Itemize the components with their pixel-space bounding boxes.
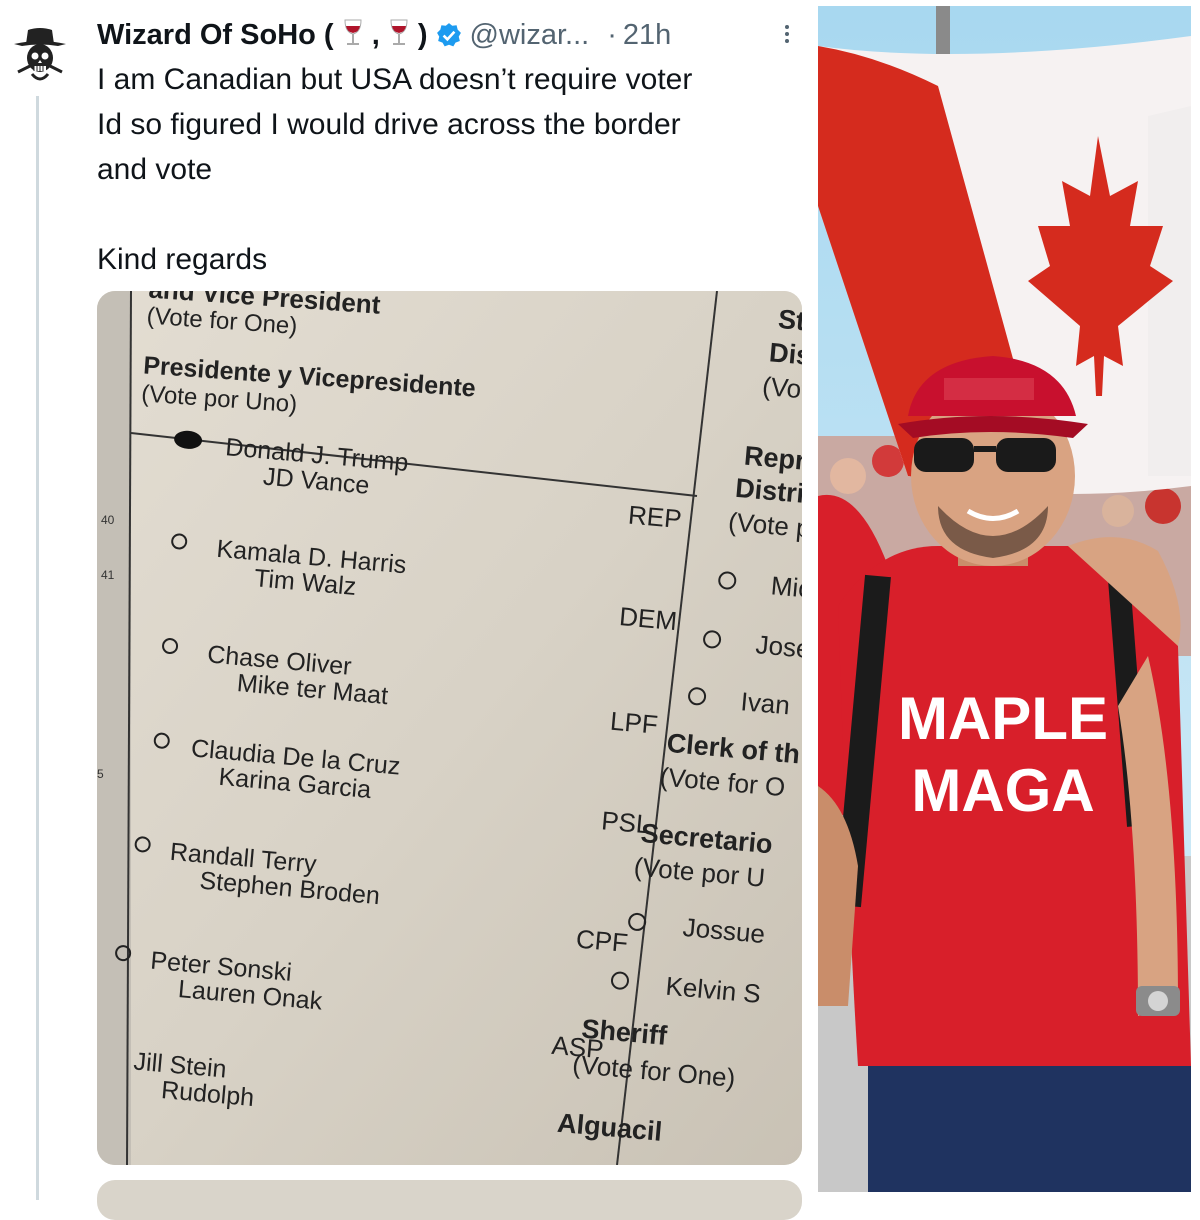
right-col-text: Ivan [740,686,792,720]
display-name[interactable]: Wizard Of SoHo ( , ) [97,18,428,52]
shirt-text-line2: MAGA [911,757,1094,824]
thread-connector-line [36,96,39,1200]
dot-separator: · [607,18,617,51]
maple-maga-photo[interactable]: MAPLE MAGA [818,6,1191,1192]
wine-glass-icon [390,19,408,45]
party-label: REP [627,500,683,535]
ballot-photo[interactable]: and Vice President (Vote for One) Presid… [97,291,802,1165]
verified-badge-icon [436,23,461,47]
tweet-line: Id so figured I would drive across the b… [97,108,681,141]
right-col-text: Jose [755,629,802,664]
next-media-preview[interactable] [97,1180,802,1220]
party-label: DEM [618,601,678,636]
party-label: CPF [575,924,629,958]
tweet-line: and vote [97,153,213,186]
photo-image: MAPLE MAGA [818,6,1191,1192]
party-label: LPF [609,706,659,740]
user-handle[interactable]: @wizar... [470,19,590,52]
row-number: 5 [97,767,104,781]
tweet-header: Wizard Of SoHo ( , ) @wizar... · 21h [97,12,671,58]
wine-glass-icon [344,19,362,45]
timestamp[interactable]: 21h [623,19,671,52]
right-col-text: Mic [770,570,802,603]
tweet-line: I am Canadian but USA doesn’t require vo… [97,63,693,96]
ballot-image: and Vice President (Vote for One) Presid… [97,291,802,1165]
tweet-line: Kind regards [97,243,268,276]
shirt-text-line1: MAPLE [898,685,1108,752]
row-number: 40 [101,513,115,527]
skull-cowboy-avatar-icon[interactable] [8,22,72,86]
tweet-card: Wizard Of SoHo ( , ) @wizar... · 21h I a… [0,0,814,1220]
more-options-icon[interactable] [780,22,794,52]
tweet-text: I am Canadian but USA doesn’t require vo… [97,57,797,282]
row-number: 41 [101,568,115,582]
